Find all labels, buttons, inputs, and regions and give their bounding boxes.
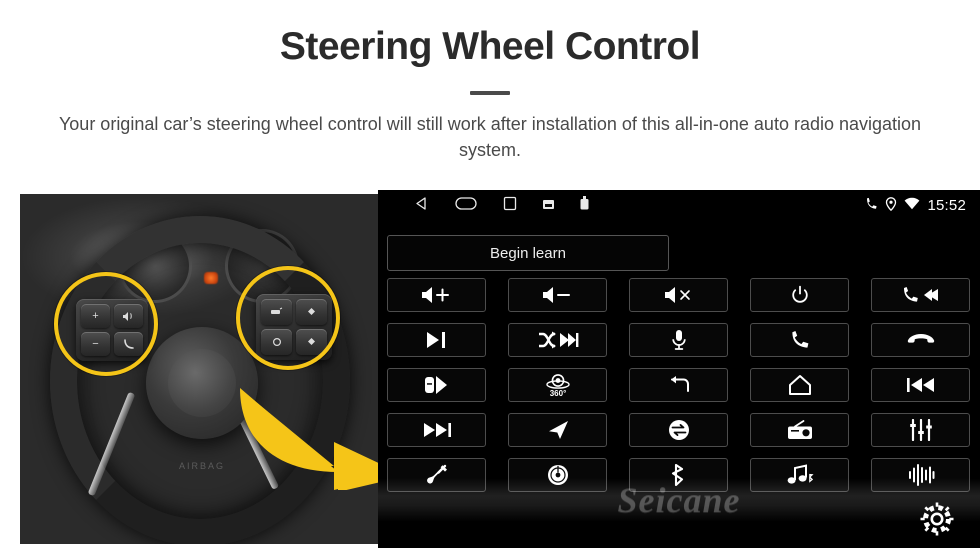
recents-icon[interactable] [503,196,517,216]
swc-button-rear-camera[interactable] [387,368,486,402]
back-icon[interactable] [414,196,429,216]
location-icon [885,196,897,215]
status-bar: 15:52 [378,190,980,221]
android-head-unit-screen: 15:52 Begin learn 360° Seicane [378,190,980,548]
steering-wheel-photo: AIRBAG + − [20,194,378,544]
swc-button-mute[interactable] [629,278,728,312]
swc-button-bluetooth-music[interactable] [750,458,849,492]
swc-button-shuffle-next[interactable] [508,323,607,357]
swc-button-call-previous[interactable] [871,278,970,312]
swc-button-voice-mic[interactable] [629,323,728,357]
left-pad-highlight-circle [54,272,158,376]
swc-button-hang-up[interactable] [871,323,970,357]
swc-button-disc[interactable] [508,458,607,492]
right-pad-highlight-circle [236,266,340,370]
swc-button-aux-usb[interactable] [387,458,486,492]
page-header: Steering Wheel Control Your original car… [0,0,980,163]
swc-button-next-track[interactable] [387,413,486,447]
wifi-icon [904,197,920,214]
svg-text:360°: 360° [549,389,566,398]
pointing-arrow-icon [240,388,378,490]
page-root: Steering Wheel Control Your original car… [0,0,980,548]
swc-button-voice-wave[interactable] [871,458,970,492]
swc-button-navigation[interactable] [508,413,607,447]
swc-button-camera-360[interactable]: 360° [508,368,607,402]
swc-button-play-pause[interactable] [387,323,486,357]
swc-button-radio[interactable] [750,413,849,447]
status-clock: 15:52 [927,197,966,214]
swc-button-volume-up[interactable] [387,278,486,312]
swc-button-volume-down[interactable] [508,278,607,312]
page-subtitle: Your original car’s steering wheel contr… [58,113,922,160]
swc-button-power[interactable] [750,278,849,312]
settings-gear-icon[interactable] [918,500,956,538]
page-title: Steering Wheel Control [279,25,701,68]
swc-button-home[interactable] [750,368,849,402]
swc-button-back[interactable] [629,368,728,402]
swc-button-previous-track[interactable] [871,368,970,402]
phone-icon [864,197,878,215]
sd-card-icon [543,197,554,215]
swc-button-source-switch[interactable] [629,413,728,447]
begin-learn-button[interactable]: Begin learn [387,235,669,271]
swc-button-equalizer[interactable] [871,413,970,447]
status-bar-right: 15:52 [864,190,966,221]
home-icon[interactable] [455,196,477,215]
swc-button-grid: 360° [387,278,971,492]
hub-center [168,349,236,417]
swc-button-answer-call[interactable] [750,323,849,357]
system-nav-icons [414,196,589,216]
usb-icon [580,196,589,215]
content-panels: AIRBAG + − 15:52 Begin learn 360° Seican… [0,190,980,548]
swc-button-bluetooth[interactable] [629,458,728,492]
title-divider [470,90,510,95]
